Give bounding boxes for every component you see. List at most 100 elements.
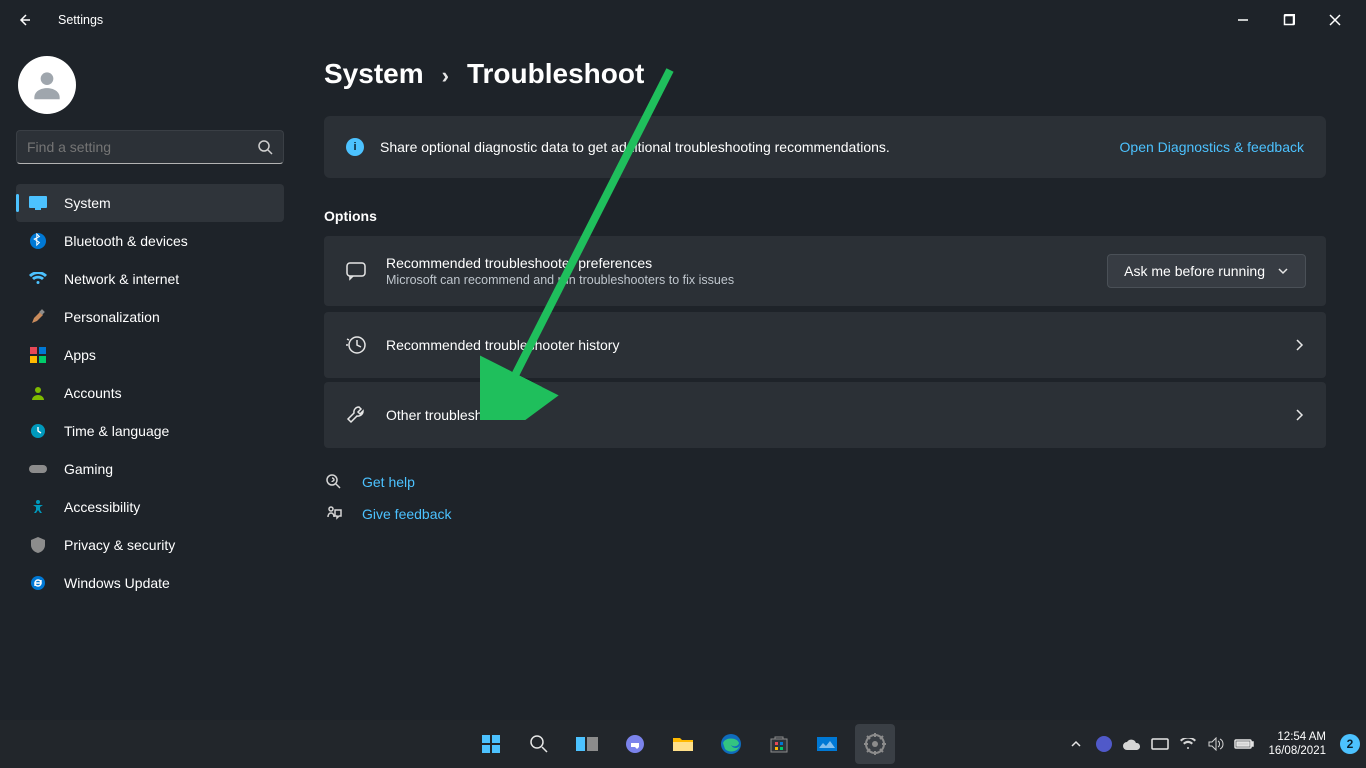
folder-icon (672, 735, 694, 753)
search-button[interactable] (519, 724, 559, 764)
chat-icon (344, 259, 368, 283)
apps-icon (28, 345, 48, 365)
sidebar-item-privacy[interactable]: Privacy & security (16, 526, 284, 564)
accessibility-icon (28, 497, 48, 517)
teams-tray-icon[interactable] (1094, 734, 1114, 754)
volume-tray-icon[interactable] (1206, 734, 1226, 754)
search-input[interactable] (16, 130, 284, 164)
sidebar-item-label: Accessibility (64, 499, 140, 515)
clock-time: 12:54 AM (1277, 730, 1326, 744)
bluetooth-icon (28, 231, 48, 251)
notification-badge[interactable]: 2 (1340, 734, 1360, 754)
maximize-button[interactable] (1266, 4, 1312, 36)
sidebar-item-label: Accounts (64, 385, 122, 401)
sidebar-item-label: Bluetooth & devices (64, 233, 188, 249)
update-icon (28, 573, 48, 593)
card-troubleshooter-preferences[interactable]: Recommended troubleshooter preferences M… (324, 236, 1326, 306)
sidebar-item-label: Personalization (64, 309, 160, 325)
wrench-icon (344, 403, 368, 427)
task-view-button[interactable] (567, 724, 607, 764)
titlebar: Settings (0, 0, 1366, 40)
close-button[interactable] (1312, 4, 1358, 36)
sidebar-item-label: System (64, 195, 111, 211)
main-content: System › Troubleshoot i Share optional d… (300, 40, 1366, 720)
wifi-tray-icon[interactable] (1178, 734, 1198, 754)
sidebar-item-time[interactable]: Time & language (16, 412, 284, 450)
sidebar-item-gaming[interactable]: Gaming (16, 450, 284, 488)
explorer-button[interactable] (663, 724, 703, 764)
card-title: Recommended troubleshooter preferences (386, 255, 734, 271)
tray-chevron-icon[interactable] (1066, 734, 1086, 754)
keyboard-tray-icon[interactable] (1150, 734, 1170, 754)
minimize-icon (1237, 14, 1249, 26)
nav-list: System Bluetooth & devices Network & int… (16, 184, 284, 602)
wifi-icon (28, 269, 48, 289)
avatar[interactable] (18, 56, 76, 114)
account-icon (28, 383, 48, 403)
get-help-link[interactable]: Get help (362, 474, 415, 490)
chat-icon (624, 733, 646, 755)
sidebar-item-accounts[interactable]: Accounts (16, 374, 284, 412)
chevron-right-icon (1292, 338, 1306, 352)
sidebar-item-label: Apps (64, 347, 96, 363)
person-icon (28, 66, 66, 104)
get-help-row[interactable]: Get help (324, 472, 1326, 492)
sidebar: System Bluetooth & devices Network & int… (0, 40, 300, 720)
sidebar-item-apps[interactable]: Apps (16, 336, 284, 374)
sidebar-item-personalization[interactable]: Personalization (16, 298, 284, 336)
windows-icon (480, 733, 502, 755)
card-title: Other troubleshooters (386, 407, 521, 423)
sidebar-item-bluetooth[interactable]: Bluetooth & devices (16, 222, 284, 260)
window-controls (1220, 4, 1358, 36)
open-diagnostics-link[interactable]: Open Diagnostics & feedback (1120, 139, 1304, 155)
search-icon (257, 139, 273, 155)
back-button[interactable] (8, 4, 40, 36)
taskbar-center (471, 724, 895, 764)
start-button[interactable] (471, 724, 511, 764)
maximize-icon (1283, 14, 1295, 26)
help-icon (324, 472, 344, 492)
edge-button[interactable] (711, 724, 751, 764)
banner-text: Share optional diagnostic data to get ad… (380, 139, 890, 155)
breadcrumb: System › Troubleshoot (324, 58, 1326, 90)
settings-button[interactable] (855, 724, 895, 764)
sidebar-item-label: Privacy & security (64, 537, 175, 553)
dropdown-value: Ask me before running (1124, 263, 1265, 279)
clock-date: 16/08/2021 (1268, 744, 1326, 758)
sidebar-item-accessibility[interactable]: Accessibility (16, 488, 284, 526)
feedback-icon (324, 504, 344, 524)
sidebar-item-label: Gaming (64, 461, 113, 477)
card-title: Recommended troubleshooter history (386, 337, 619, 353)
sidebar-item-network[interactable]: Network & internet (16, 260, 284, 298)
window-title: Settings (58, 13, 103, 27)
onedrive-tray-icon[interactable] (1122, 734, 1142, 754)
chat-button[interactable] (615, 724, 655, 764)
store-icon (769, 734, 789, 754)
card-troubleshooter-history[interactable]: Recommended troubleshooter history (324, 312, 1326, 378)
sidebar-item-label: Network & internet (64, 271, 179, 287)
search-field[interactable] (27, 139, 257, 155)
chevron-right-icon (1292, 408, 1306, 422)
preference-dropdown[interactable]: Ask me before running (1107, 254, 1306, 288)
clock[interactable]: 12:54 AM 16/08/2021 (1268, 730, 1326, 758)
clock-icon (28, 421, 48, 441)
shield-icon (28, 535, 48, 555)
sidebar-item-label: Time & language (64, 423, 169, 439)
battery-tray-icon[interactable] (1234, 734, 1254, 754)
taskbar-right: 12:54 AM 16/08/2021 2 (1066, 730, 1366, 758)
card-subtitle: Microsoft can recommend and run troubles… (386, 273, 734, 287)
sidebar-item-update[interactable]: Windows Update (16, 564, 284, 602)
breadcrumb-parent[interactable]: System (324, 58, 424, 90)
picture-icon (816, 736, 838, 752)
page-title: Troubleshoot (467, 58, 644, 90)
info-icon: i (346, 138, 364, 156)
section-title: Options (324, 208, 1326, 224)
mail-button[interactable] (807, 724, 847, 764)
store-button[interactable] (759, 724, 799, 764)
give-feedback-row[interactable]: Give feedback (324, 504, 1326, 524)
minimize-button[interactable] (1220, 4, 1266, 36)
give-feedback-link[interactable]: Give feedback (362, 506, 452, 522)
sidebar-item-system[interactable]: System (16, 184, 284, 222)
card-other-troubleshooters[interactable]: Other troubleshooters (324, 382, 1326, 448)
task-view-icon (576, 735, 598, 753)
